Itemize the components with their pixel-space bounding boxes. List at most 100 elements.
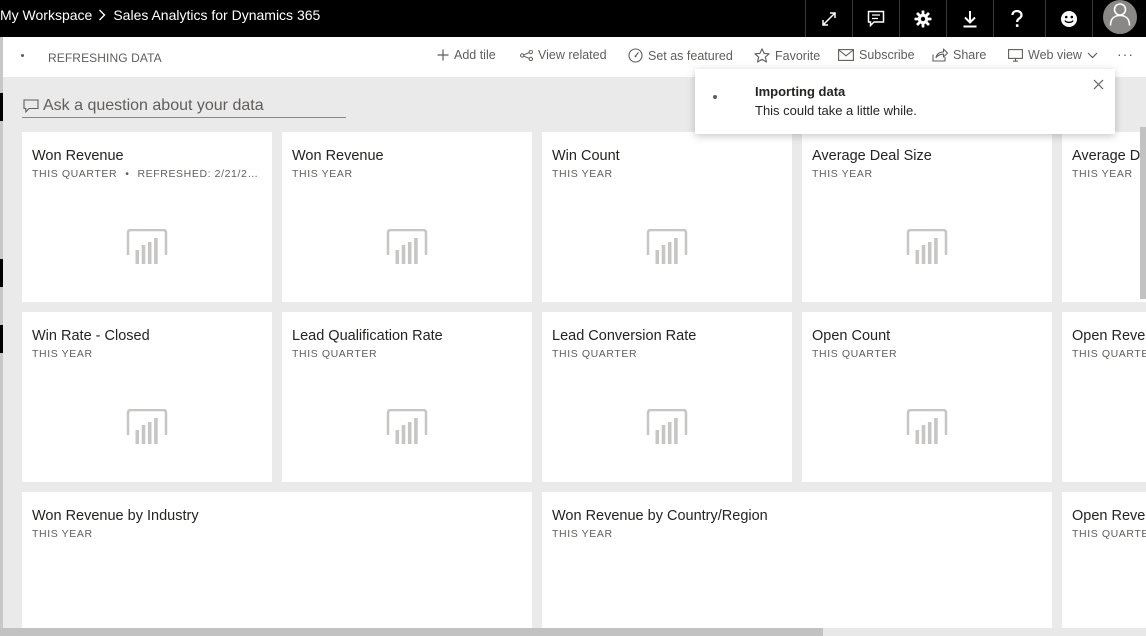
monitor-icon <box>1008 48 1023 62</box>
fullscreen-button[interactable] <box>805 0 852 37</box>
tile-subtitle: THIS QUARTER • REFRESHED: 2/21/2… <box>32 168 259 180</box>
web-view-label: Web view <box>1028 48 1082 62</box>
help-button[interactable] <box>993 0 1040 37</box>
tile-title: Open Count <box>812 328 891 344</box>
comments-button[interactable] <box>852 0 899 37</box>
tile-subtitle: THIS YEAR <box>812 168 873 180</box>
tile-title: Win Count <box>552 148 620 164</box>
qa-input[interactable] <box>43 96 333 115</box>
chart-placeholder-icon <box>386 409 428 444</box>
add-tile-button[interactable]: Add tile <box>437 48 496 62</box>
horizontal-scrollbar[interactable] <box>0 628 1146 636</box>
chevron-down-icon <box>1087 52 1098 59</box>
favorite-button[interactable]: Favorite <box>754 48 820 63</box>
tile-won-revenue-year[interactable]: Won Revenue THIS YEAR <box>282 132 532 302</box>
tile-open-count[interactable]: Open Count THIS QUARTER <box>802 312 1052 482</box>
status-dot <box>21 54 24 57</box>
account-button[interactable] <box>1092 0 1146 37</box>
chart-placeholder-icon <box>126 409 168 444</box>
chart-placeholder-icon <box>646 409 688 444</box>
share-label: Share <box>953 48 987 62</box>
expand-icon <box>821 11 837 27</box>
avatar <box>1102 0 1137 34</box>
tile-title: Won Revenue <box>292 148 384 164</box>
share-button[interactable]: Share <box>932 48 986 62</box>
add-tile-label: Add tile <box>454 48 496 62</box>
importing-data-toast: Importing data This could take a little … <box>695 69 1115 134</box>
vertical-scrollbar[interactable] <box>1140 127 1146 299</box>
chart-placeholder-icon <box>646 229 688 264</box>
tile-subtitle: THIS QUARTER <box>552 348 638 360</box>
tile-title: Average D <box>1072 148 1141 164</box>
chart-placeholder-icon <box>906 229 948 264</box>
tile-subtitle: THIS YEAR <box>292 168 353 180</box>
tile-win-count[interactable]: Win Count THIS YEAR <box>542 132 792 302</box>
feedback-button[interactable] <box>1045 0 1092 37</box>
nav-marker <box>0 325 3 353</box>
tile-title: Average Deal Size <box>812 148 932 164</box>
toast-message: This could take a little while. <box>755 103 917 118</box>
subscribe-label: Subscribe <box>859 48 915 62</box>
tile-won-revenue-quarter[interactable]: Won Revenue THIS QUARTER • REFRESHED: 2/21… <box>22 132 272 302</box>
tile-title: Won Revenue <box>32 148 124 164</box>
chart-placeholder-icon <box>386 229 428 264</box>
help-icon <box>1010 9 1024 28</box>
web-view-dropdown[interactable]: Web view <box>1008 48 1098 62</box>
more-options-label: ··· <box>1117 46 1134 62</box>
toast-title: Importing data <box>755 84 846 99</box>
chevron-right-icon <box>98 9 106 21</box>
chart-placeholder-icon <box>126 229 168 264</box>
chart-placeholder-icon <box>906 409 948 444</box>
tile-refreshed: REFRESHED: 2/21/2… <box>137 168 259 180</box>
tile-lead-qualification-rate[interactable]: Lead Qualification Rate THIS QUARTER <box>282 312 532 482</box>
related-icon <box>520 49 533 61</box>
avatar-icon <box>1109 2 1131 31</box>
smiley-icon <box>1060 10 1078 28</box>
set-as-featured-label: Set as featured <box>648 48 733 63</box>
download-button[interactable] <box>946 0 993 37</box>
horizontal-scrollbar-thumb[interactable] <box>0 628 823 636</box>
comment-icon <box>867 10 885 27</box>
tile-subtitle: THIS YEAR <box>32 348 93 360</box>
tile-title: Lead Conversion Rate <box>552 328 697 344</box>
set-as-featured-button[interactable]: Set as featured <box>628 48 733 63</box>
nav-marker <box>0 93 3 121</box>
gauge-icon <box>628 48 643 63</box>
mail-icon <box>838 49 854 61</box>
share-icon <box>932 48 948 62</box>
view-related-label: View related <box>538 48 607 62</box>
breadcrumb-workspace[interactable]: My Workspace <box>0 7 92 23</box>
breadcrumb-report[interactable]: Sales Analytics for Dynamics 365 <box>113 7 320 23</box>
left-nav-strip <box>0 37 3 636</box>
close-icon[interactable] <box>1090 76 1106 92</box>
tile-won-revenue-by-country[interactable]: Won Revenue by Country/Region THIS YEAR <box>542 492 1052 636</box>
tile-open-revenue-partial-2[interactable]: Open Reve THIS QUARTE <box>1062 492 1146 636</box>
tile-won-revenue-by-industry[interactable]: Won Revenue by Industry THIS YEAR <box>22 492 532 636</box>
tile-title: Open Reve <box>1072 508 1146 524</box>
qa-box[interactable] <box>22 94 346 118</box>
tile-win-rate-closed[interactable]: Win Rate - Closed THIS YEAR <box>22 312 272 482</box>
tile-subtitle: THIS QUARTE <box>1072 528 1146 540</box>
tile-average-deal-size[interactable]: Average Deal Size THIS YEAR <box>802 132 1052 302</box>
breadcrumb: My Workspace Sales Analytics for Dynamic… <box>0 0 320 30</box>
chat-bubble-icon <box>22 97 40 115</box>
plus-icon <box>437 49 449 61</box>
more-options-button[interactable]: ··· <box>1117 46 1134 62</box>
tile-subtitle: THIS QUARTE <box>1072 348 1146 360</box>
tile-title: Won Revenue by Industry <box>32 508 199 524</box>
view-related-button[interactable]: View related <box>520 48 607 62</box>
tile-subtitle: THIS YEAR <box>552 528 613 540</box>
favorite-label: Favorite <box>775 48 821 63</box>
subscribe-button[interactable]: Subscribe <box>838 48 915 62</box>
tile-open-revenue-partial[interactable]: Open Reve THIS QUARTE <box>1062 312 1146 482</box>
nav-marker <box>0 259 3 287</box>
tile-subtitle: THIS YEAR <box>32 528 93 540</box>
tile-lead-conversion-rate[interactable]: Lead Conversion Rate THIS QUARTER <box>542 312 792 482</box>
spinner-dot <box>713 95 717 99</box>
top-header: My Workspace Sales Analytics for Dynamic… <box>0 0 1146 37</box>
refresh-status: REFRESHING DATA <box>48 51 162 65</box>
tile-average-deal-partial[interactable]: Average D THIS YEAR <box>1062 132 1146 302</box>
settings-button[interactable] <box>899 0 946 37</box>
tile-subtitle: THIS QUARTER <box>812 348 898 360</box>
tile-title: Win Rate - Closed <box>32 328 150 344</box>
